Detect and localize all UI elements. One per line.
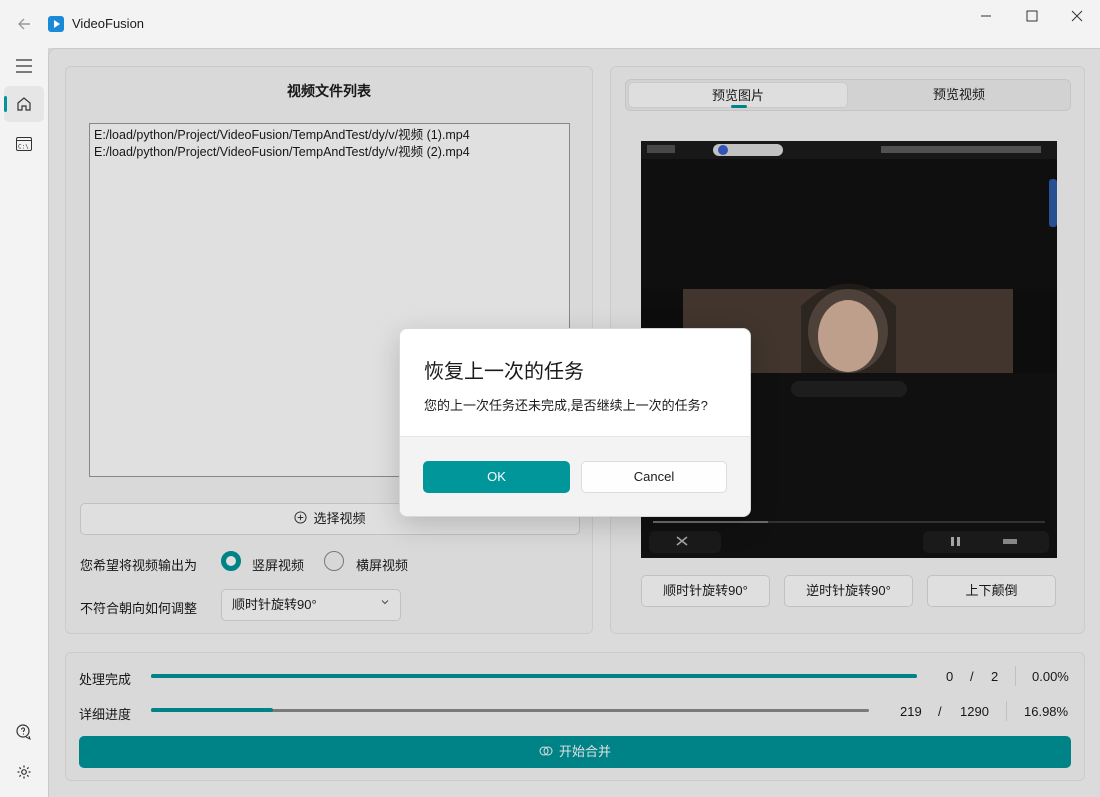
minimize-button[interactable] bbox=[963, 0, 1009, 34]
back-arrow-icon[interactable] bbox=[12, 12, 36, 36]
chat-help-icon bbox=[16, 723, 32, 740]
svg-text:C:\: C:\ bbox=[18, 143, 29, 150]
menu-icon[interactable] bbox=[4, 48, 44, 84]
title-bar: VideoFusion bbox=[0, 0, 1100, 48]
sidebar: C:\ bbox=[0, 48, 48, 797]
gear-icon bbox=[16, 763, 32, 780]
home-icon bbox=[16, 95, 32, 112]
close-button[interactable] bbox=[1054, 0, 1100, 34]
app-logo-icon bbox=[48, 16, 64, 32]
terminal-icon: C:\ bbox=[16, 135, 32, 152]
ok-button[interactable]: OK bbox=[423, 461, 570, 493]
dialog-message: 您的上一次任务还未完成,是否继续上一次的任务? bbox=[424, 398, 708, 413]
window-title: VideoFusion bbox=[72, 16, 145, 31]
maximize-button[interactable] bbox=[1009, 0, 1055, 34]
sidebar-item-home[interactable] bbox=[4, 86, 44, 122]
dialog-title: 恢复上一次的任务 bbox=[424, 361, 584, 383]
resume-task-dialog: 恢复上一次的任务 您的上一次任务还未完成,是否继续上一次的任务? OK Canc… bbox=[399, 328, 751, 517]
sidebar-item-console[interactable]: C:\ bbox=[4, 126, 44, 162]
sidebar-item-help[interactable] bbox=[4, 714, 44, 750]
dialog-footer: OK Cancel bbox=[400, 436, 750, 516]
sidebar-item-settings[interactable] bbox=[4, 754, 44, 790]
cancel-button[interactable]: Cancel bbox=[581, 461, 727, 493]
